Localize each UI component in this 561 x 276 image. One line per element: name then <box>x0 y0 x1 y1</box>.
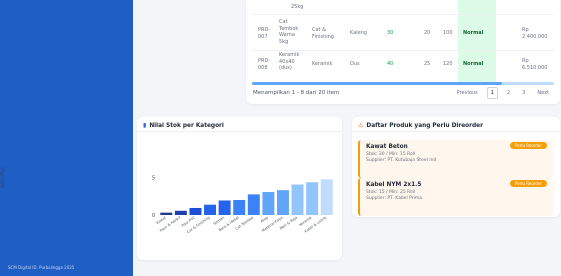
chart-bar <box>247 194 260 216</box>
chart-y-axis-label: Nilai (Rp) <box>1 167 6 188</box>
alert-icon: ⚠ <box>358 122 364 129</box>
reorder-item[interactable]: Kawat Beton Stok: 30 / Min: 15 Roll Supp… <box>358 140 553 178</box>
x-tick-label: Kawat <box>156 215 168 225</box>
y-tick-label: 5 <box>152 176 155 182</box>
reorder-list-card: ⚠ Daftar Produk yang Perlu Direorder Kaw… <box>352 117 560 217</box>
y-tick-label: 0 <box>152 213 155 219</box>
x-tick-label: Atap <box>260 215 270 223</box>
chart-bar <box>204 204 217 215</box>
reorder-item-stock: Stok: 15 / Min: 25 Roll <box>366 190 416 195</box>
chart-bar <box>320 179 333 216</box>
chart-bar <box>160 212 173 215</box>
reorder-item-stock: Stok: 30 / Min: 15 Roll <box>366 152 416 157</box>
reorder-item-supplier: Supplier: PT. Kutubaja Steel Ind <box>366 158 437 163</box>
card-divider <box>352 131 560 132</box>
reorder-item-name: Kawat Beton <box>366 144 408 150</box>
reorder-status-badge: Perlu Reorder <box>509 180 547 187</box>
reorder-card-title: ⚠ Daftar Produk yang Perlu Direorder <box>358 122 483 129</box>
reorder-item-name: Kabel NYM 2x1.5 <box>366 182 422 188</box>
chart-bar <box>276 190 289 215</box>
chart-bar <box>218 200 231 215</box>
reorder-status-badge: Perlu Reorder <box>509 142 547 149</box>
reorder-card-title-text: Daftar Produk yang Perlu Direorder <box>366 122 483 129</box>
chart-bar <box>306 182 319 215</box>
reorder-item[interactable]: Kabel NYM 2x1.5 Stok: 15 / Min: 25 Roll … <box>358 178 553 216</box>
chart-bar <box>262 192 275 215</box>
chart-bar <box>233 200 246 215</box>
chart-bar <box>291 184 304 215</box>
chart-bar <box>174 210 187 215</box>
chart-bar <box>189 207 202 215</box>
reorder-item-supplier: Supplier: PT. Kabel Prima <box>366 196 423 201</box>
